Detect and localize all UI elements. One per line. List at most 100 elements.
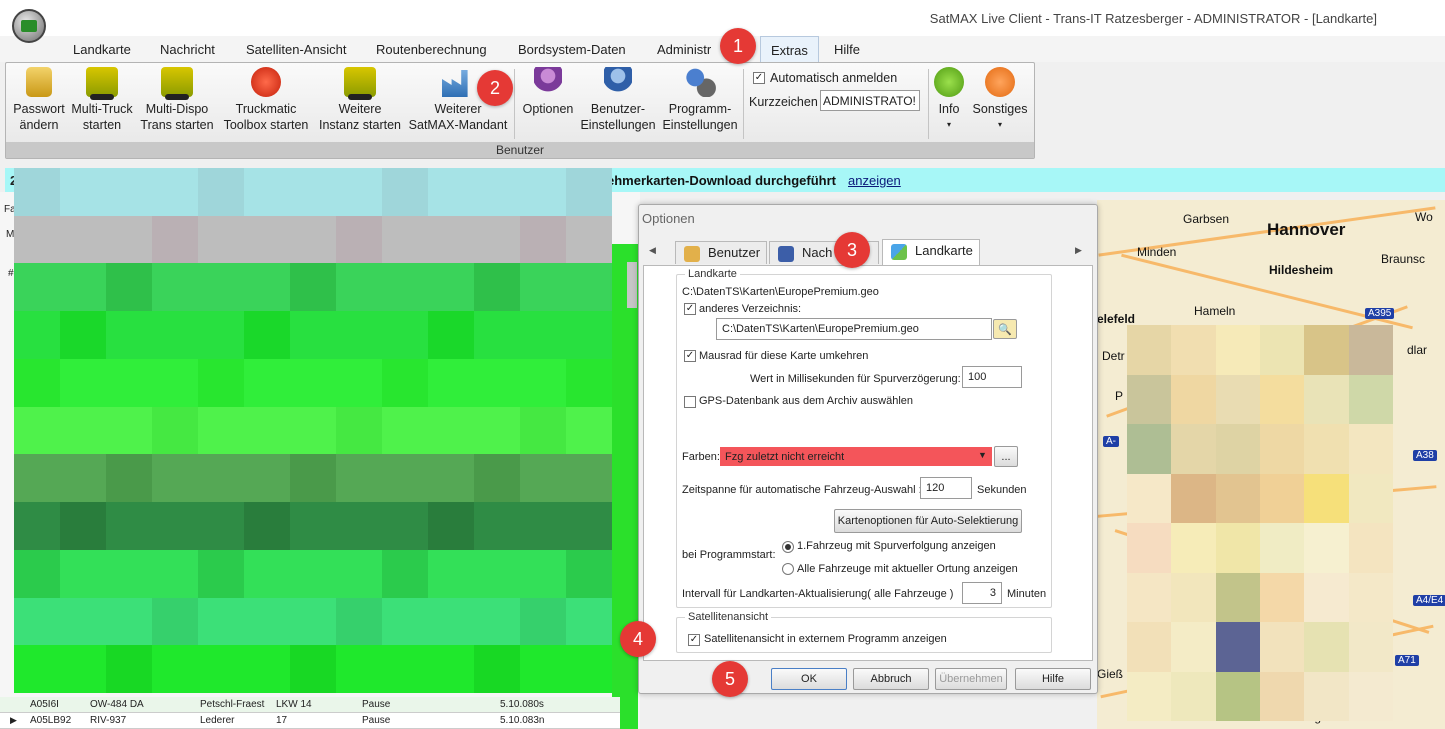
radio-first-vehicle[interactable]	[782, 541, 794, 553]
interval-input[interactable]: 3	[962, 582, 1002, 604]
highway-marker: A395	[1365, 308, 1395, 319]
blur-cell	[428, 645, 474, 693]
radio-all-vehicles-label: Alle Fahrzeuge mit aktueller Ortung anze…	[797, 563, 1018, 575]
group-title: Landkarte	[685, 268, 740, 280]
button-label: Optionen	[522, 102, 574, 116]
notification-link[interactable]: anzeigen	[848, 173, 901, 188]
tab-benutzer[interactable]: Benutzer	[675, 241, 768, 264]
timespan-input[interactable]: 120	[920, 477, 972, 499]
blur-cell	[14, 549, 60, 598]
blur-cell	[290, 406, 336, 455]
blur-cell	[336, 168, 382, 216]
blur-cell	[60, 645, 106, 693]
blur-cell	[336, 645, 382, 693]
scrollbar-thumb[interactable]	[627, 262, 637, 308]
map-icon	[891, 244, 907, 260]
other-directory-label: anderes Verzeichnis:	[699, 303, 802, 315]
blur-cell	[290, 215, 336, 264]
info-button[interactable]: Info ▾	[932, 67, 966, 133]
map-blur-cell	[1171, 572, 1216, 622]
kartenoptionen-button[interactable]: Kartenoptionen für Auto-Selektierung	[834, 509, 1022, 533]
blur-cell	[60, 454, 106, 503]
mouse-wheel-checkbox[interactable]: ✓	[684, 350, 696, 362]
map-blur-cell	[1215, 424, 1260, 474]
tab-landkarte[interactable]: Landkarte	[882, 239, 980, 265]
blur-cell	[290, 311, 336, 359]
ok-button[interactable]: OK	[771, 668, 847, 690]
radio-all-vehicles[interactable]	[782, 563, 794, 575]
blur-cell	[60, 597, 106, 646]
blur-cell	[198, 597, 244, 646]
menu-hilfe[interactable]: Hilfe	[834, 42, 860, 57]
map-path-input[interactable]: C:\DatenTS\Karten\EuropePremium.geo	[716, 318, 992, 340]
programm-einstellungen-button[interactable]: Programm- Einstellungen	[660, 67, 740, 133]
map-blur-cell	[1304, 671, 1349, 721]
sonstiges-button[interactable]: Sonstiges ▾	[970, 67, 1030, 133]
passwort-aendern-button[interactable]: Passwort ändern	[10, 67, 68, 133]
benutzer-einstellungen-button[interactable]: Benutzer- Einstellungen	[578, 67, 658, 133]
user-wrench-icon	[534, 67, 562, 97]
blur-cell	[14, 406, 60, 455]
auto-login-checkbox[interactable]: ✓	[753, 72, 765, 84]
optionen-button[interactable]: Optionen	[518, 67, 578, 117]
app-logo-icon[interactable]	[12, 9, 46, 43]
tab-scroll-left-icon[interactable]: ◀	[649, 245, 656, 256]
blur-cell	[106, 549, 152, 598]
blur-cell	[290, 645, 336, 693]
blur-cell	[428, 168, 474, 216]
button-label: Truckmatic	[235, 102, 297, 116]
truckmatic-toolbox-button[interactable]: Truckmatic Toolbox starten	[220, 67, 312, 133]
blur-cell	[520, 168, 566, 216]
blur-cell	[428, 311, 474, 359]
map-blur-cell	[1259, 325, 1305, 375]
menu-bordsystem-daten[interactable]: Bordsystem-Daten	[518, 42, 626, 57]
apply-button[interactable]: Übernehmen	[935, 668, 1007, 690]
menu-satelliten-ansicht[interactable]: Satelliten-Ansicht	[246, 42, 346, 57]
help-button[interactable]: Hilfe	[1015, 668, 1091, 690]
map-city-label: dlar	[1407, 343, 1428, 357]
cancel-button[interactable]: Abbruch	[853, 668, 929, 690]
blur-cell	[198, 215, 244, 264]
satellite-external-checkbox[interactable]: ✓	[688, 634, 700, 646]
table-row[interactable]: A05I6I OW-484 DA Petschl-Fraest LKW 14 Pause…	[0, 697, 620, 713]
multi-dispo-button[interactable]: Multi-Dispo Trans starten	[139, 67, 215, 133]
timespan-label: Zeitspanne für automatische Fahrzeug-Aus…	[682, 484, 922, 496]
menu-routenberechnung[interactable]: Routenberechnung	[376, 42, 487, 57]
blur-cell	[336, 406, 382, 455]
highway-marker: A71	[1395, 655, 1419, 666]
table-cell: LKW 14	[276, 699, 312, 710]
blur-cell	[566, 502, 612, 550]
blur-cell	[14, 358, 60, 407]
track-delay-input[interactable]: 100	[962, 366, 1022, 388]
blur-cell	[198, 406, 244, 455]
user-settings-icon	[604, 67, 632, 97]
browse-folder-icon[interactable]: 🔍	[993, 319, 1017, 339]
tab-scroll-right-icon[interactable]: ▶	[1075, 245, 1082, 256]
ribbon-separator	[743, 69, 744, 139]
kurzzeichen-input[interactable]: ADMINISTRATO!	[820, 90, 920, 111]
tab-label: Nach	[802, 245, 833, 260]
blur-cell	[474, 645, 520, 693]
blur-cell	[244, 597, 290, 646]
gps-database-label: GPS-Datenbank aus dem Archiv auswählen	[699, 395, 914, 407]
menu-nachricht[interactable]: Nachricht	[160, 42, 215, 57]
blur-cell	[474, 263, 520, 312]
map-blur-cell	[1127, 622, 1172, 672]
menu-extras[interactable]: Extras	[760, 36, 819, 62]
button-label: SatMAX-Mandant	[408, 118, 508, 132]
chevron-down-icon[interactable]: ▼	[978, 450, 987, 460]
blur-cell	[336, 311, 382, 359]
multi-truck-button[interactable]: Multi-Truck starten	[69, 67, 135, 133]
blur-cell	[152, 406, 198, 455]
menu-administration[interactable]: Administr	[657, 42, 711, 57]
step-badge-5: 5	[712, 661, 748, 697]
colors-more-button[interactable]: ...	[994, 446, 1018, 467]
map-city-label: elefeld	[1097, 312, 1136, 326]
table-row[interactable]: ▶ A05LB92 RIV-937 Lederer 17 Pause 5.10.083n	[0, 713, 620, 729]
other-directory-checkbox[interactable]: ✓	[684, 303, 696, 315]
menu-landkarte[interactable]: Landkarte	[73, 42, 131, 57]
weitere-instanz-button[interactable]: Weitere Instanz starten	[316, 67, 404, 133]
gps-database-checkbox[interactable]	[684, 396, 696, 408]
blur-cell	[60, 215, 106, 264]
colors-select[interactable]: Fzg zuletzt nicht erreicht	[720, 447, 992, 466]
